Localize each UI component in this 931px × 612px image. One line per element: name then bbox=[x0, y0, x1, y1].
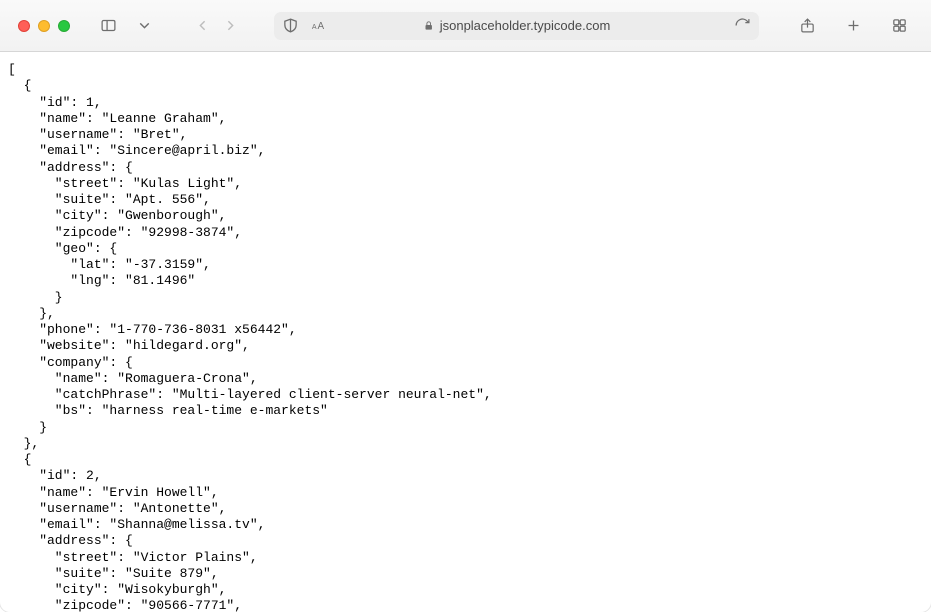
json-response-body[interactable]: [ { "id": 1, "name": "Leanne Graham", "u… bbox=[8, 62, 923, 612]
url-text: jsonplaceholder.typicode.com bbox=[440, 18, 611, 33]
back-button[interactable] bbox=[188, 12, 216, 40]
browser-toolbar: A A jsonplaceholder.typicode.com bbox=[0, 0, 931, 52]
reload-button[interactable] bbox=[734, 17, 751, 34]
lock-icon bbox=[423, 19, 434, 32]
window-controls bbox=[18, 20, 70, 32]
tab-dropdown-button[interactable] bbox=[130, 12, 158, 40]
close-window-button[interactable] bbox=[18, 20, 30, 32]
text-size-icon[interactable]: A A bbox=[309, 17, 326, 34]
tab-overview-button[interactable] bbox=[885, 12, 913, 40]
minimize-window-button[interactable] bbox=[38, 20, 50, 32]
forward-button[interactable] bbox=[216, 12, 244, 40]
svg-text:A: A bbox=[318, 21, 325, 32]
maximize-window-button[interactable] bbox=[58, 20, 70, 32]
privacy-shield-icon[interactable] bbox=[282, 17, 299, 34]
address-bar-content: jsonplaceholder.typicode.com bbox=[423, 18, 611, 33]
share-button[interactable] bbox=[793, 12, 821, 40]
sidebar-toggle-button[interactable] bbox=[94, 12, 122, 40]
new-tab-button[interactable] bbox=[839, 12, 867, 40]
svg-text:A: A bbox=[312, 23, 317, 31]
page-content: [ { "id": 1, "name": "Leanne Graham", "u… bbox=[0, 52, 931, 612]
address-bar[interactable]: A A jsonplaceholder.typicode.com bbox=[274, 12, 759, 40]
